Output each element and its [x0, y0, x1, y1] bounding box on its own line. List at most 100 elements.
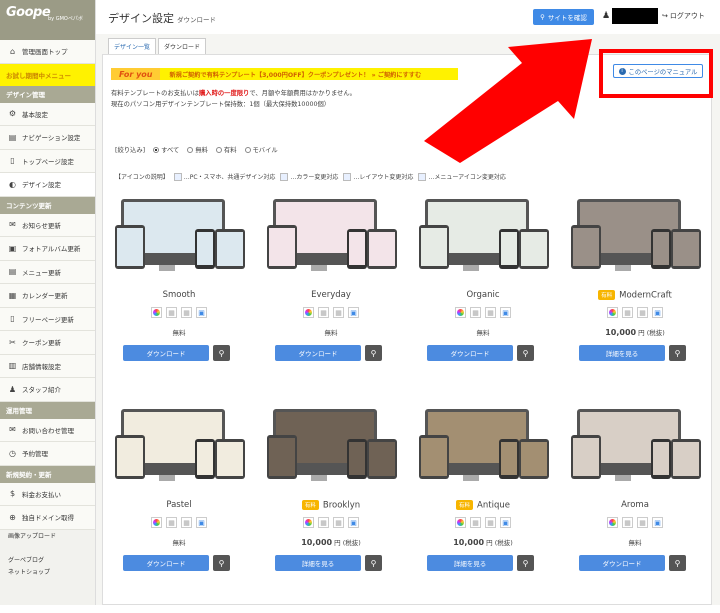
- sidebar-item[interactable]: ♟ スタッフ紹介: [0, 378, 95, 402]
- download-button[interactable]: ダウンロード: [123, 345, 209, 361]
- zoom-preview-button[interactable]: ⚲: [517, 555, 534, 571]
- sidebar-item[interactable]: ✉ お知らせ更新: [0, 213, 95, 237]
- price-value: 無料: [628, 539, 642, 547]
- sidebar-item[interactable]: ▤ メニュー更新: [0, 260, 95, 284]
- menu-icon: ▦: [485, 307, 496, 318]
- sidebar-link[interactable]: 画像アップロード: [0, 530, 95, 542]
- details-button[interactable]: 詳細を見る: [275, 555, 361, 571]
- filter-option[interactable]: すべて: [153, 145, 179, 154]
- clock-icon: ◷: [9, 448, 16, 458]
- template-preview[interactable]: [267, 193, 397, 271]
- radio-button[interactable]: [244, 146, 251, 153]
- tablet-preview: [367, 229, 397, 269]
- tablet-screen: [573, 228, 599, 266]
- tablet-preview: [267, 435, 297, 479]
- logout-icon: ↪: [662, 12, 668, 20]
- sidebar-item[interactable]: ✉ お問い合わせ管理: [0, 418, 95, 442]
- phone-screen: [197, 442, 213, 475]
- sidebar-item[interactable]: ▦ カレンダー更新: [0, 284, 95, 308]
- feature-icons: ▦ ▦ ▣: [103, 307, 255, 318]
- download-button[interactable]: ダウンロード: [275, 345, 361, 361]
- sidebar-item[interactable]: ▤ ナビゲーション設定: [0, 126, 95, 150]
- legend-text: …カラー変更対応: [290, 174, 339, 181]
- download-button[interactable]: ダウンロード: [579, 555, 665, 571]
- color-icon: [455, 517, 466, 528]
- template-preview[interactable]: [419, 403, 549, 481]
- zoom-preview-button[interactable]: ⚲: [669, 555, 686, 571]
- view-site-button[interactable]: ⚲ サイトを確認: [533, 9, 594, 25]
- legend-item: …レイアウト変更対応: [343, 172, 413, 181]
- layout-icon: ▦: [166, 517, 177, 528]
- zoom-preview-button[interactable]: ⚲: [365, 345, 382, 361]
- sidebar-link[interactable]: ネットショップ: [0, 566, 95, 578]
- zoom-preview-button[interactable]: ⚲: [213, 555, 230, 571]
- filter-bar: [絞り込み] すべて 無料 有料 モバイル: [115, 145, 278, 154]
- button-label: ダウンロード: [298, 350, 338, 358]
- topbar: デザイン設定 ダウンロード ⚲ サイトを確認 ♟ ↪ ログアウト: [96, 0, 720, 34]
- template-price: 無料: [255, 327, 407, 337]
- sidebar-link[interactable]: グーペブログ: [0, 554, 95, 566]
- sidebar-item-label: 店舗情報設定: [22, 362, 61, 371]
- logout-link[interactable]: ↪ ログアウト: [662, 11, 705, 21]
- sidebar-item[interactable]: ▯ フリーページ更新: [0, 307, 95, 331]
- template-preview[interactable]: [419, 193, 549, 271]
- sidebar-item[interactable]: ▥ 店舗情報設定: [0, 354, 95, 378]
- template-card: Organic ▦ ▦ ▣ 無料 ダウンロード ⚲: [407, 193, 559, 403]
- template-preview[interactable]: [115, 193, 245, 271]
- details-button[interactable]: 詳細を見る: [427, 555, 513, 571]
- sidebar-link[interactable]: [0, 542, 95, 554]
- sidebar-item[interactable]: ⊕ 独自ドメイン取得: [0, 506, 95, 530]
- filter-option[interactable]: 無料: [187, 145, 208, 154]
- filter-option-label: モバイル: [252, 147, 278, 154]
- money-icon: $: [9, 489, 16, 499]
- template-price: 無料: [407, 327, 559, 337]
- filter-option[interactable]: 有料: [215, 145, 237, 154]
- template-name-text: Organic: [466, 290, 500, 300]
- sidebar-item[interactable]: $ 料金お支払い: [0, 482, 95, 506]
- legend-item: …PC・スマホ、共通デザイン対応: [173, 172, 275, 181]
- search-icon: ⚲: [522, 558, 529, 568]
- color-icon: [303, 307, 314, 318]
- template-preview[interactable]: [267, 403, 397, 481]
- feature-icons: ▦ ▦ ▣: [559, 517, 711, 528]
- tablet-screen: [421, 228, 447, 266]
- radio-button[interactable]: [187, 146, 194, 153]
- sidebar-item[interactable]: ⌂ 管理画面トップ: [0, 40, 95, 64]
- sidebar-item[interactable]: ✂ クーポン更新: [0, 331, 95, 355]
- red-arrow-annotation: [424, 39, 592, 163]
- color-icon: [455, 307, 466, 318]
- icon-legend: 【アイコンの説明】 …PC・スマホ、共通デザイン対応 …カラー変更対応 …レイアウト…: [115, 172, 506, 181]
- logo-area[interactable]: Goope by GMOペパボ: [0, 0, 95, 40]
- details-button[interactable]: 詳細を見る: [579, 345, 665, 361]
- phone-screen: [653, 442, 669, 475]
- zoom-preview-button[interactable]: ⚲: [213, 345, 230, 361]
- sidebar-item-label: フォトアルバム更新: [22, 245, 81, 254]
- radio-button[interactable]: [215, 146, 222, 153]
- zoom-preview-button[interactable]: ⚲: [517, 345, 534, 361]
- template-preview[interactable]: [571, 403, 701, 481]
- menu-icon: ▦: [637, 307, 648, 318]
- phone-preview: [651, 439, 671, 479]
- sidebar-item[interactable]: ▯ トップページ設定: [0, 149, 95, 173]
- zoom-preview-button[interactable]: ⚲: [669, 345, 686, 361]
- download-button[interactable]: ダウンロード: [123, 555, 209, 571]
- sidebar-trial-menu[interactable]: お試し期間中メニュー: [0, 63, 95, 86]
- sidebar-item[interactable]: ▣ フォトアルバム更新: [0, 237, 95, 261]
- template-preview[interactable]: [571, 193, 701, 271]
- zoom-preview-button[interactable]: ⚲: [365, 555, 382, 571]
- sidebar-item[interactable]: ⚙ 基本設定: [0, 102, 95, 126]
- sidebar-item[interactable]: ◷ 予約管理: [0, 442, 95, 466]
- filter-option[interactable]: モバイル: [244, 145, 278, 154]
- sidebar-item[interactable]: ◐ デザイン設定: [0, 173, 95, 197]
- download-button[interactable]: ダウンロード: [427, 345, 513, 361]
- tab-design-list[interactable]: デザイン一覧: [108, 38, 157, 54]
- template-preview[interactable]: [115, 403, 245, 481]
- tab-download[interactable]: ダウンロード: [158, 38, 207, 54]
- button-label: 詳細を見る: [605, 350, 639, 358]
- promo-banner[interactable]: For you 新規ご契約で有料テンプレート【3,000円OFF】クーポンプレゼ…: [111, 68, 458, 80]
- tablet-preview: [215, 229, 245, 269]
- user-name-redacted[interactable]: [612, 8, 658, 24]
- menu-icon: ▤: [8, 267, 17, 277]
- main-content: デザイン一覧 ダウンロード For you 新規ご契約で有料テンプレート【3,0…: [96, 34, 720, 605]
- radio-button[interactable]: [153, 146, 160, 153]
